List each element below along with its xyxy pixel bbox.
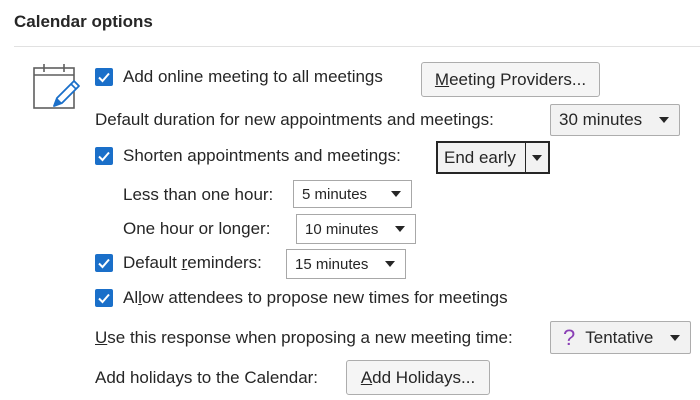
online-meeting-label: Add online meeting to all meetings <box>123 67 383 86</box>
online-meeting-row: Add online meeting to all meetings <box>95 67 383 87</box>
propose-times-label-after: ow attendees to propose new times for me… <box>141 288 508 307</box>
shorten-mode-dropdown[interactable] <box>526 143 548 172</box>
checkmark-icon <box>98 258 110 269</box>
reminders-label-before: Default <box>123 253 182 272</box>
reminders-label-after: eminders: <box>187 253 262 272</box>
shorten-label: Shorten appointments and meetings: <box>123 146 401 165</box>
response-label: Use this response when proposing a new m… <box>95 328 513 348</box>
response-row: Use this response when proposing a new m… <box>95 328 513 348</box>
holidays-label: Add holidays to the Calendar: <box>95 368 319 387</box>
default-duration-select[interactable]: 30 minutes <box>550 104 680 136</box>
checkmark-icon <box>98 293 110 304</box>
reminders-checkbox[interactable] <box>95 254 113 272</box>
default-duration-value: 30 minutes <box>559 110 643 129</box>
less-than-hour-value: 5 minutes <box>302 185 368 203</box>
hour-or-longer-select[interactable]: 10 minutes <box>296 214 416 244</box>
checkmark-icon <box>98 72 110 83</box>
response-value: Tentative <box>585 327 654 347</box>
propose-times-label-before: Al <box>123 288 139 307</box>
response-select[interactable]: ? Tentative <box>550 321 691 354</box>
shorten-mode-value[interactable]: End early <box>438 143 525 172</box>
shorten-checkbox[interactable] <box>95 147 113 165</box>
reminders-select[interactable]: 15 minutes <box>286 249 406 279</box>
default-duration-row: Default duration for new appointments an… <box>95 110 494 130</box>
calendar-pencil-icon <box>30 62 86 114</box>
propose-times-label: Allow attendees to propose new times for… <box>123 288 508 308</box>
chevron-down-icon <box>532 154 542 161</box>
propose-times-row: Allow attendees to propose new times for… <box>95 288 508 308</box>
section-title: Calendar options <box>14 12 153 31</box>
less-than-hour-select[interactable]: 5 minutes <box>293 180 412 208</box>
chevron-down-icon <box>659 117 669 123</box>
reminders-label: Default reminders: <box>123 253 262 273</box>
default-duration-label: Default duration for new appointments an… <box>95 110 494 129</box>
online-meeting-checkbox[interactable] <box>95 68 113 86</box>
chevron-down-icon <box>670 334 680 341</box>
propose-times-checkbox[interactable] <box>95 289 113 307</box>
chevron-down-icon <box>385 261 395 267</box>
response-access-key: U <box>95 328 108 347</box>
section-divider <box>14 46 700 47</box>
add-holidays-label: dd Holidays... <box>372 367 476 387</box>
hour-or-longer-label: One hour or longer: <box>123 219 271 238</box>
less-than-hour-label: Less than one hour: <box>123 185 274 204</box>
meeting-providers-label: eeting Providers... <box>449 69 587 89</box>
shorten-row: Shorten appointments and meetings: <box>95 146 401 166</box>
reminders-value: 15 minutes <box>295 255 369 273</box>
meeting-providers-button[interactable]: Meeting Providers... <box>421 62 600 97</box>
add-holidays-access-key: A <box>360 367 373 387</box>
checkmark-icon <box>98 151 110 162</box>
add-holidays-button[interactable]: Add Holidays... <box>346 360 490 395</box>
holidays-row: Add holidays to the Calendar: <box>95 368 318 388</box>
reminders-row: Default reminders: <box>95 253 262 273</box>
shorten-mode-split-button[interactable]: End early <box>436 141 550 174</box>
chevron-down-icon <box>395 226 405 232</box>
calendar-options-page: Calendar options Add online meeting to a… <box>0 0 700 400</box>
meeting-providers-access-key: M <box>434 69 450 89</box>
chevron-down-icon <box>391 191 401 197</box>
question-mark-icon: ? <box>563 324 576 350</box>
less-than-hour-row: Less than one hour: <box>123 185 273 205</box>
hour-or-longer-row: One hour or longer: <box>123 219 270 239</box>
hour-or-longer-value: 10 minutes <box>305 220 379 238</box>
response-label-after: se this response when proposing a new me… <box>107 328 513 347</box>
